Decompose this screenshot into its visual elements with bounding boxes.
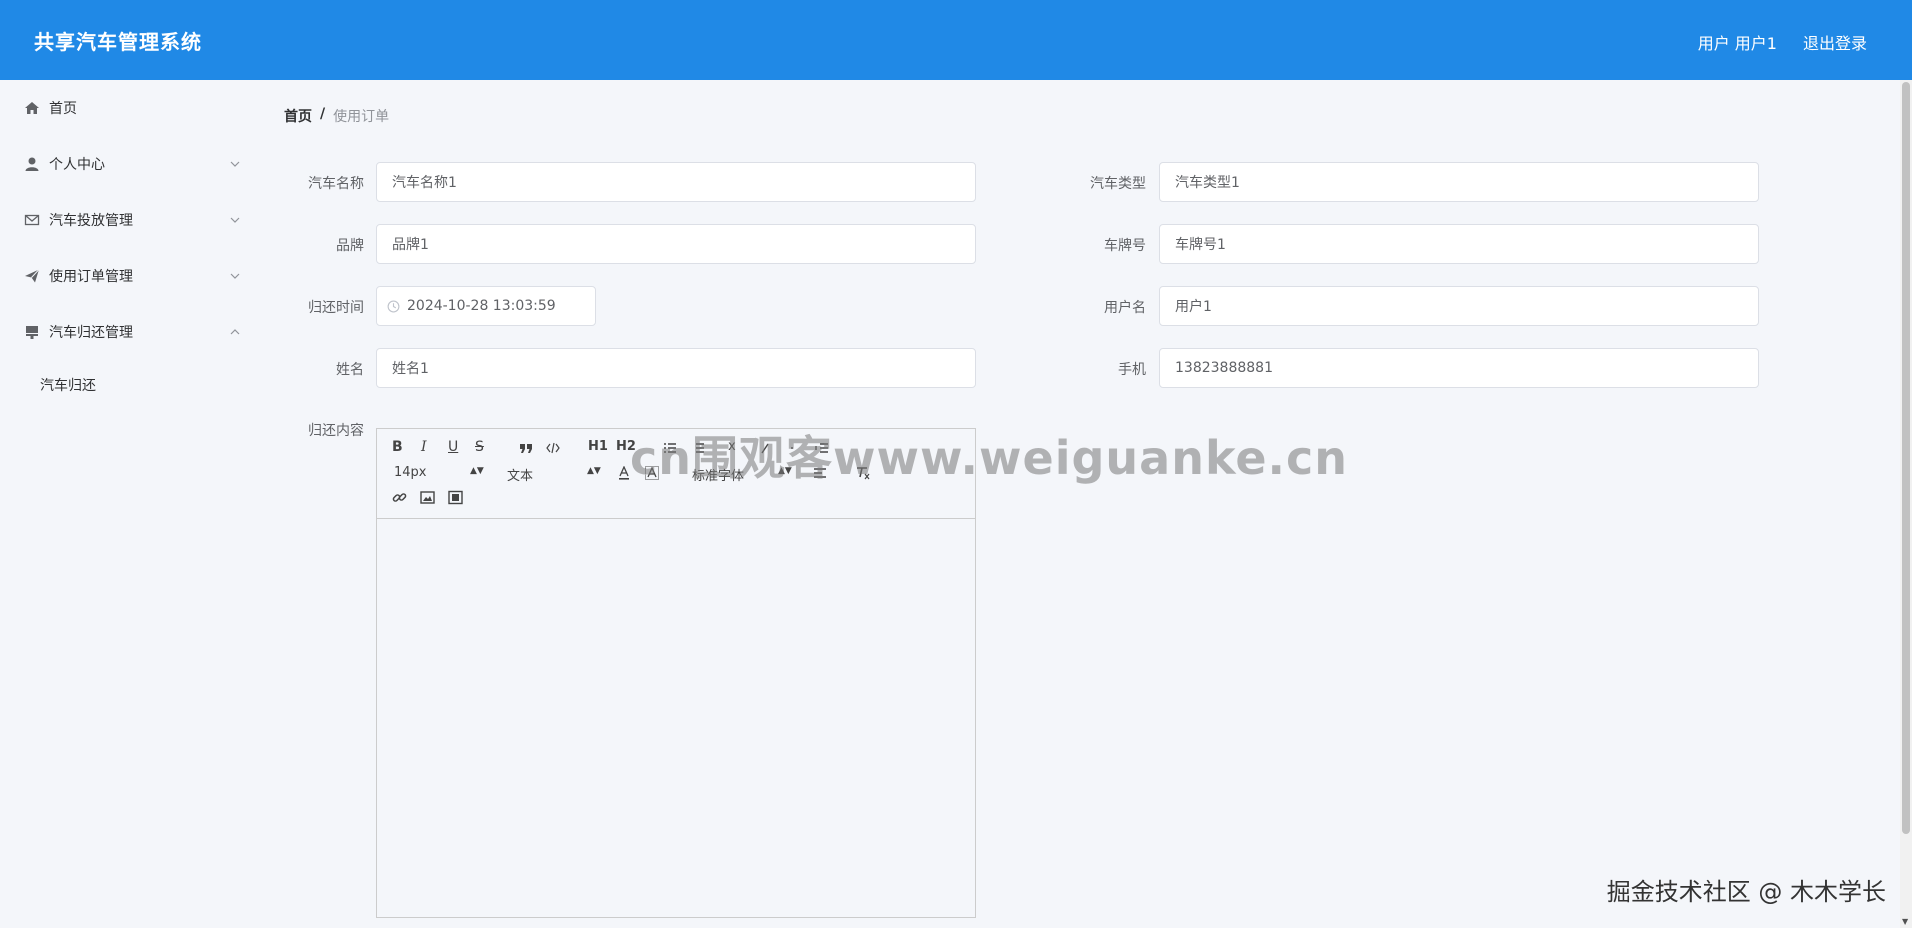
sidebar-item-label: 首页 xyxy=(49,101,77,117)
user-icon xyxy=(25,157,39,171)
logout-button[interactable]: 退出登录 xyxy=(1803,30,1867,54)
chevron-down-icon xyxy=(230,161,240,167)
clock-icon xyxy=(387,300,400,313)
brand-label: 品牌 xyxy=(336,238,364,254)
current-user-label: 用户 用户1 xyxy=(1697,34,1777,53)
sidebar-item-personal-center[interactable]: 个人中心 xyxy=(0,142,256,186)
chevron-up-icon xyxy=(230,329,240,335)
mail-icon xyxy=(24,214,40,226)
chevron-down-icon xyxy=(230,217,240,223)
underline-button[interactable]: U xyxy=(448,439,458,455)
rich-text-editor: B I U S H1 H2 x 14px ▲▼ 文本 ▲▼ 标准字体 ▲▼ xyxy=(376,428,976,918)
blockquote-icon[interactable] xyxy=(519,441,533,455)
bold-button[interactable]: B xyxy=(392,439,403,455)
sidebar-item-label: 使用订单管理 xyxy=(49,269,133,285)
chevron-down-icon xyxy=(230,273,240,279)
name-field[interactable]: 姓名1 xyxy=(376,348,976,388)
scroll-down-arrow-icon[interactable]: ▼ xyxy=(1902,917,1908,926)
breadcrumb-home[interactable]: 首页 xyxy=(284,106,312,126)
sidebar-item-home[interactable]: 首页 xyxy=(0,86,256,130)
font-size-select[interactable]: 14px ▲▼ xyxy=(394,465,484,480)
car-name-label: 汽车名称 xyxy=(308,176,364,192)
sidebar-subitem-car-return[interactable]: 汽车归还 xyxy=(40,375,96,395)
car-name-field[interactable]: 汽车名称1 xyxy=(376,162,976,202)
sidebar-item-label: 汽车投放管理 xyxy=(49,213,133,229)
app-title: 共享汽车管理系统 xyxy=(34,30,202,54)
scrollbar-thumb[interactable] xyxy=(1902,82,1910,834)
car-type-field[interactable]: 汽车类型1 xyxy=(1159,162,1759,202)
return-time-value: 2024-10-28 13:03:59 xyxy=(407,298,556,314)
top-header: 共享汽车管理系统 用户 用户1 退出登录 xyxy=(0,0,1912,80)
plate-field[interactable]: 车牌号1 xyxy=(1159,224,1759,264)
breadcrumb: 首页 / 使用订单 xyxy=(284,106,389,126)
sidebar-item-label: 个人中心 xyxy=(49,157,105,173)
username-label: 用户名 xyxy=(1104,300,1146,316)
breadcrumb-separator: / xyxy=(320,106,326,122)
username-field[interactable]: 用户1 xyxy=(1159,286,1759,326)
stamp-icon xyxy=(26,326,38,339)
h1-button[interactable]: H1 xyxy=(588,439,608,454)
plate-label: 车牌号 xyxy=(1104,238,1146,254)
code-block-icon[interactable] xyxy=(546,441,560,455)
return-time-label: 归还时间 xyxy=(308,300,364,316)
phone-field[interactable]: 13823888881 xyxy=(1159,348,1759,388)
content-label: 归还内容 xyxy=(308,423,364,439)
image-icon[interactable] xyxy=(420,490,435,505)
header-select-value: 文本 xyxy=(507,469,534,484)
name-label: 姓名 xyxy=(336,362,364,378)
sidebar: 首页 个人中心 汽车投放管理 使用订单管理 汽车归还管理 汽车归还 xyxy=(0,80,256,928)
sidebar-item-label: 汽车归还管理 xyxy=(49,325,133,341)
phone-label: 手机 xyxy=(1118,362,1146,378)
editor-content-area[interactable] xyxy=(377,519,975,917)
header-actions: 用户 用户1 退出登录 xyxy=(1698,30,1867,54)
sidebar-item-order-management[interactable]: 使用订单管理 xyxy=(0,254,256,298)
sidebar-item-return-management[interactable]: 汽车归还管理 xyxy=(0,310,256,354)
font-color-icon[interactable] xyxy=(617,466,631,480)
select-arrow-icon: ▲▼ xyxy=(587,466,601,476)
italic-button[interactable]: I xyxy=(421,439,427,455)
select-arrow-icon: ▲▼ xyxy=(470,466,484,476)
watermark-text: cn围观客www.weiguanke.cn xyxy=(630,431,1349,485)
sidebar-item-car-deployment[interactable]: 汽车投放管理 xyxy=(0,198,256,242)
brand-field[interactable]: 品牌1 xyxy=(376,224,976,264)
video-icon[interactable] xyxy=(448,490,463,505)
car-type-label: 汽车类型 xyxy=(1090,176,1146,192)
return-time-picker[interactable]: 2024-10-28 13:03:59 xyxy=(376,286,596,326)
link-icon[interactable] xyxy=(392,490,407,505)
font-size-value: 14px xyxy=(394,465,427,480)
strikethrough-button[interactable]: S xyxy=(475,439,484,455)
breadcrumb-current: 使用订单 xyxy=(333,109,390,125)
send-icon xyxy=(25,269,40,283)
credit-watermark: 掘金技术社区 @ 木木学长 xyxy=(1606,878,1886,906)
home-icon xyxy=(25,102,39,114)
header-select[interactable]: 文本 ▲▼ xyxy=(507,465,601,484)
page-scrollbar[interactable]: ▼ xyxy=(1900,80,1912,928)
